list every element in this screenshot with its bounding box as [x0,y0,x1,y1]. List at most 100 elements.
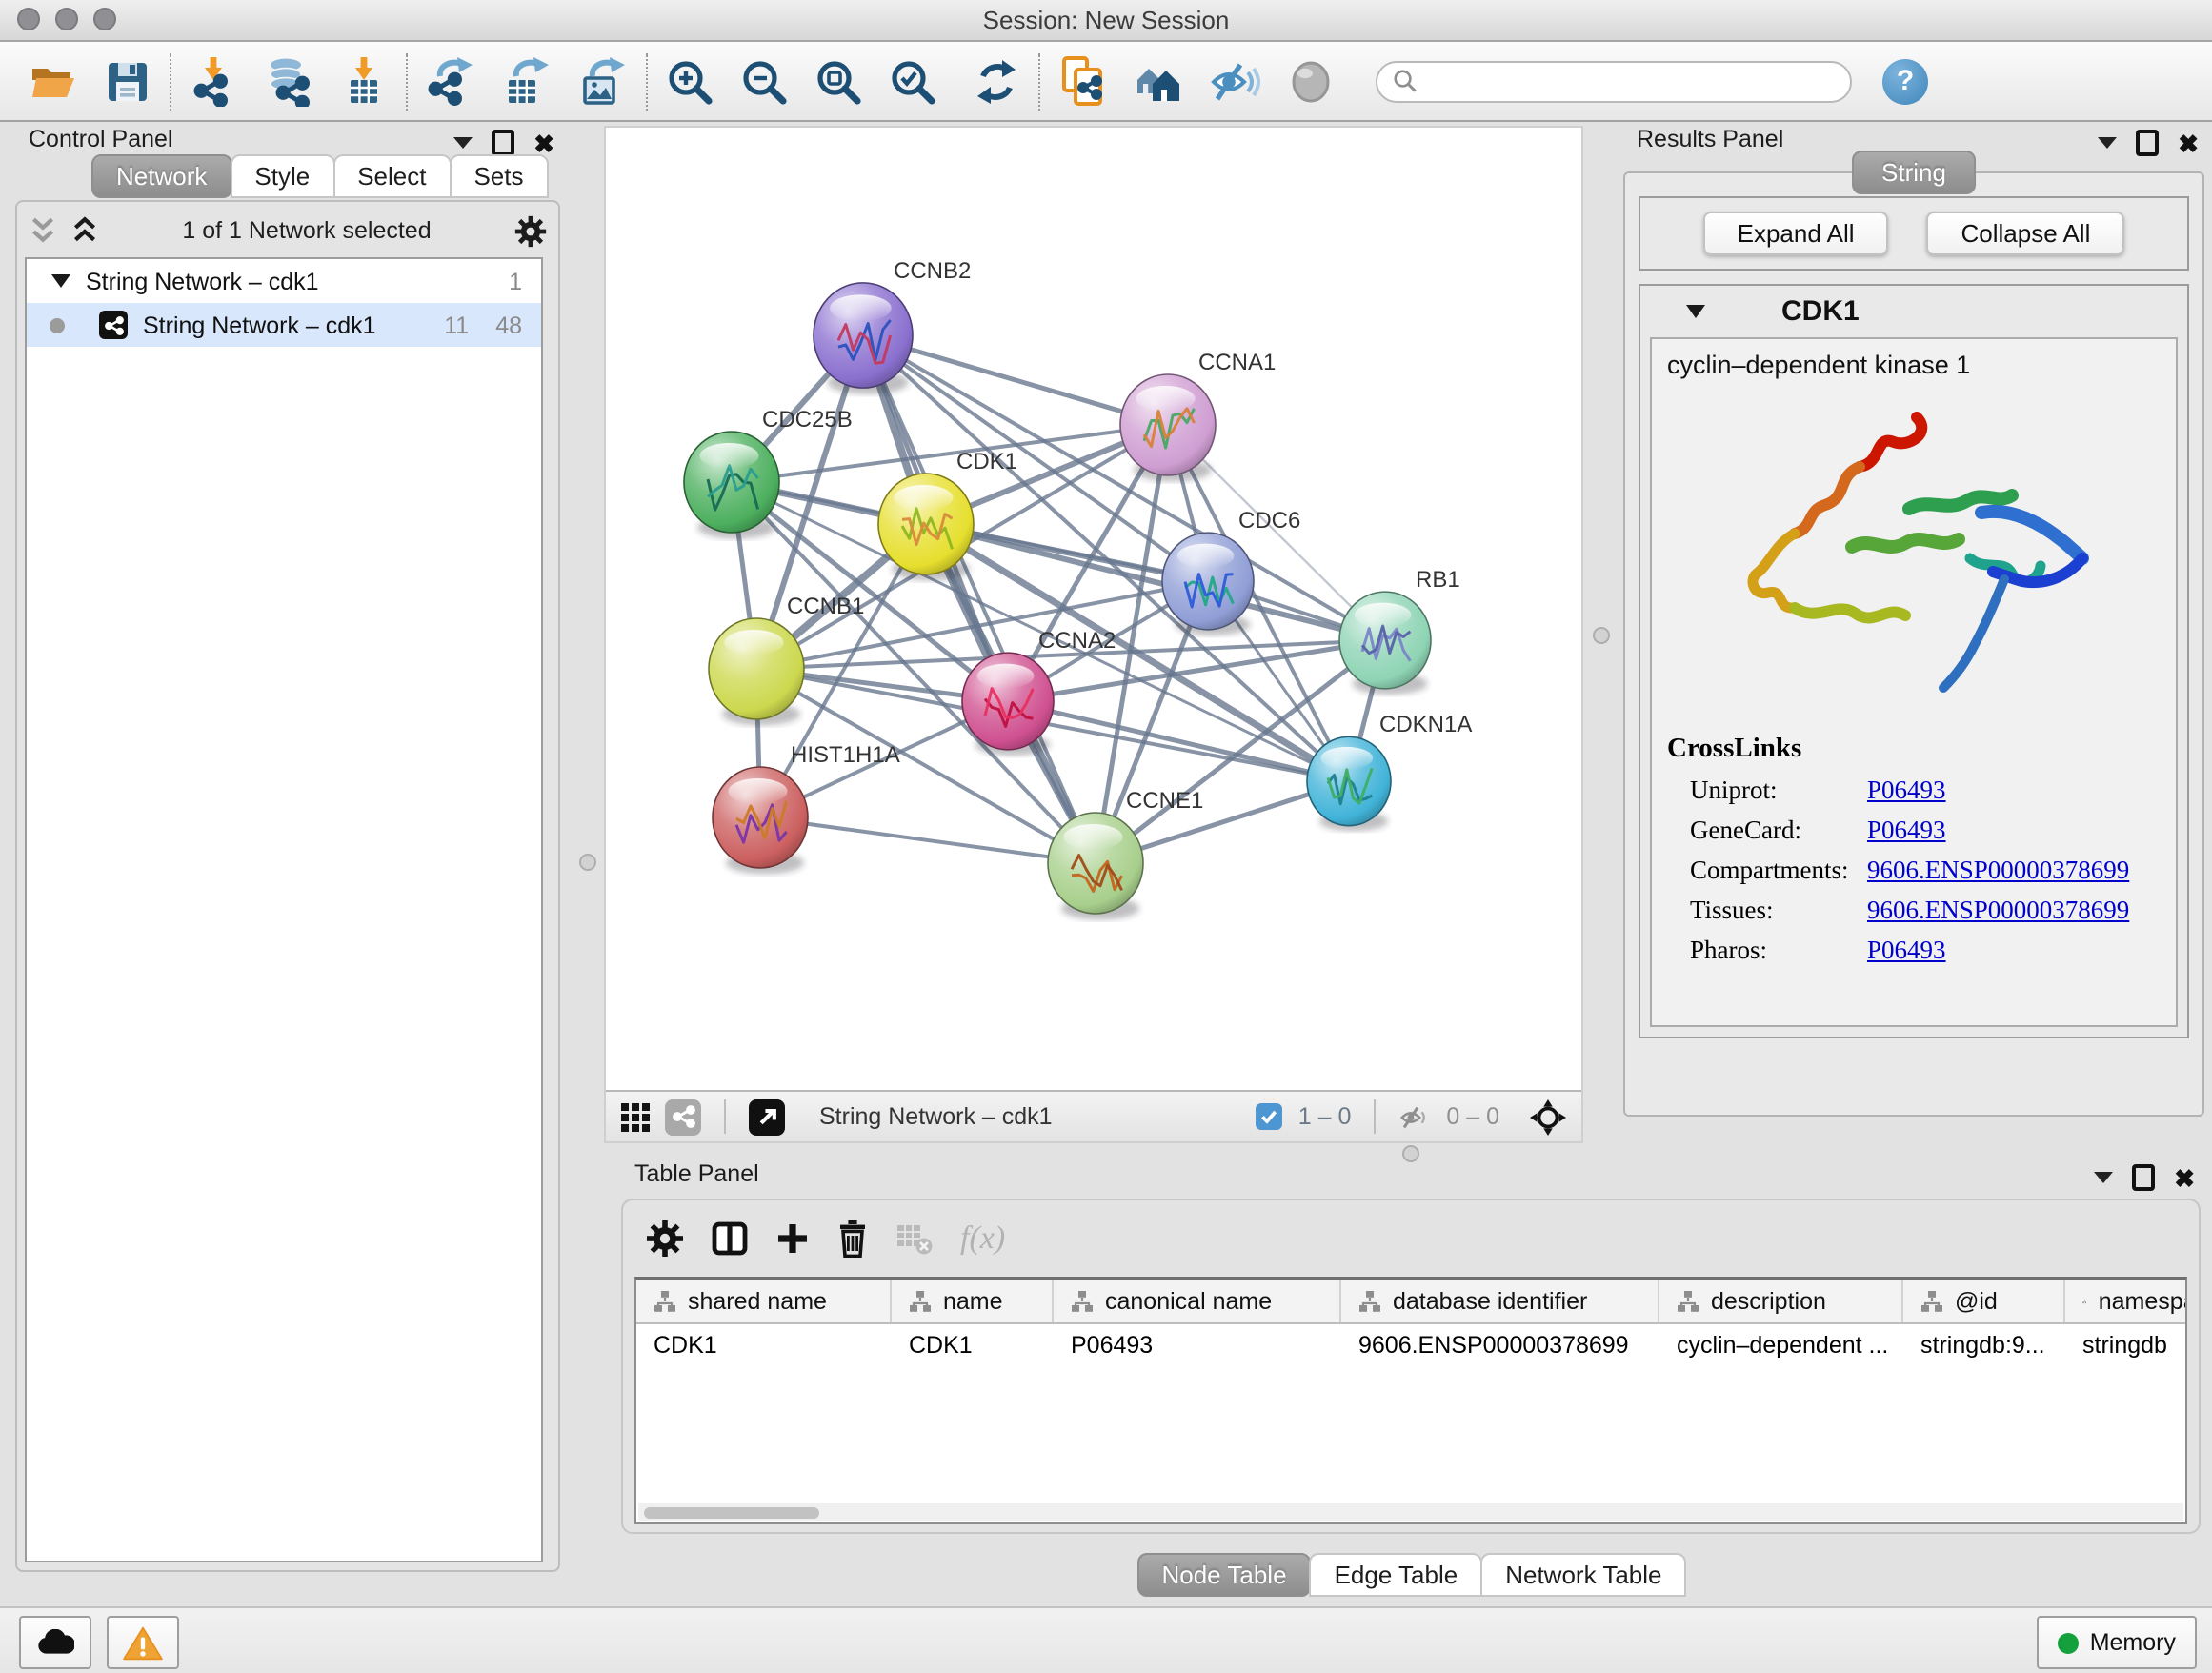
zoom-in-icon[interactable] [665,56,714,106]
refresh-icon[interactable] [972,56,1021,106]
network-options-gear-icon[interactable] [514,214,547,247]
crosslink-compartments-link[interactable]: 9606.ENSP00000378699 [1867,856,2129,886]
network-canvas[interactable]: CCNB2CCNA1CDC25BCDK1CDC6RB1CCNB1CCNA2CDK… [606,128,1581,1092]
search-input[interactable] [1427,66,1835,96]
bottom-splitter-grip[interactable] [1402,1145,1419,1162]
show-columns-icon[interactable] [711,1219,749,1258]
network-edge[interactable] [1008,701,1349,781]
results-panel-collapse-icon[interactable] [2098,137,2117,149]
table-panel-collapse-icon[interactable] [2094,1172,2113,1183]
node-result-header[interactable]: CDK1 [1640,286,2187,337]
delete-column-icon[interactable] [836,1219,869,1258]
network-node-CCNA1[interactable] [1120,374,1216,482]
tab-select[interactable]: Select [332,154,451,198]
memory-button[interactable]: Memory [2037,1616,2197,1669]
column-header-database-identifier[interactable]: database identifier [1341,1280,1659,1322]
network-thumbnail-icon[interactable] [665,1099,701,1135]
table-cell[interactable]: cyclin–dependent ... [1659,1331,1903,1358]
tab-string[interactable]: String [1851,151,1977,194]
table-horizontal-scrollbar[interactable] [638,1503,2183,1521]
cloud-button[interactable] [19,1616,91,1669]
hide-eye-icon[interactable] [1210,56,1261,106]
control-panel-collapse-icon[interactable] [453,137,473,149]
control-panel-float-icon[interactable] [492,130,514,156]
results-panel-float-icon[interactable] [2136,130,2159,156]
table-row[interactable]: CDK1CDK1P064939606.ENSP00000378699cyclin… [636,1324,2185,1364]
tab-edge-table[interactable]: Edge Table [1310,1553,1483,1597]
tab-network-table[interactable]: Network Table [1480,1553,1686,1597]
eye-icon[interactable] [1286,56,1336,106]
column-header-namespace[interactable]: namespace [2065,1280,2187,1322]
crosslink-tissues-link[interactable]: 9606.ENSP00000378699 [1867,896,2129,926]
network-node-CCNE1[interactable] [1048,813,1143,920]
table-cell[interactable]: CDK1 [892,1331,1054,1358]
warning-button[interactable] [107,1616,179,1669]
detach-view-icon[interactable] [749,1099,785,1135]
scrollbar-thumb[interactable] [644,1506,819,1518]
export-table-icon[interactable] [501,55,553,107]
results-panel-close-icon[interactable]: ✖ [2178,132,2199,153]
crosslinks-list: Uniprot:P06493GeneCard:P06493Compartment… [1667,776,2161,966]
search-box[interactable] [1376,60,1852,102]
expand-all-button[interactable]: Expand All [1703,212,1889,255]
help-icon[interactable]: ? [1882,58,1928,104]
import-database-icon[interactable] [263,55,314,107]
table-options-gear-icon[interactable] [646,1219,684,1258]
tab-sets[interactable]: Sets [449,154,548,198]
crosslink-pharos-link[interactable]: P06493 [1867,936,1946,966]
zoom-fit-icon[interactable] [814,56,863,106]
memory-label: Memory [2090,1629,2176,1656]
network-node-CDKN1A[interactable] [1307,736,1391,831]
control-panel-close-icon[interactable]: ✖ [533,132,554,153]
expand-tree-icon[interactable] [70,215,99,246]
column-header-name[interactable]: name [892,1280,1054,1322]
table-cell[interactable]: stringdb:9... [1903,1331,2065,1358]
crosshair-icon[interactable] [1530,1099,1566,1135]
network-edge[interactable] [760,817,1096,863]
table-cell[interactable]: 9606.ENSP00000378699 [1341,1331,1659,1358]
table-cell[interactable]: CDK1 [636,1331,892,1358]
import-table-icon[interactable] [339,55,389,107]
network-edge[interactable] [863,335,1096,863]
column-header-canonical-name[interactable]: canonical name [1054,1280,1341,1322]
crosslink-uniprot-link[interactable]: P06493 [1867,776,1946,806]
network-collection-row[interactable]: String Network – cdk1 1 [27,259,541,303]
save-session-icon[interactable] [103,56,152,106]
zoom-out-icon[interactable] [739,56,789,106]
protein-structure-image [1733,394,2095,722]
homes-icon[interactable] [1132,56,1185,106]
collection-expander-icon[interactable] [51,274,70,288]
collapse-tree-icon[interactable] [29,215,57,246]
network-row[interactable]: String Network – cdk1 11 48 [27,303,541,347]
tab-network[interactable]: Network [91,154,231,198]
node-table: shared namenamecanonical namedatabase id… [634,1277,2187,1524]
network-node-CDC25B[interactable] [684,432,779,539]
export-network-icon[interactable] [425,55,476,107]
collapse-all-button[interactable]: Collapse All [1927,212,2125,255]
entry-expander-icon[interactable] [1686,305,1705,318]
table-panel-float-icon[interactable] [2132,1164,2155,1191]
open-session-icon[interactable] [29,56,78,106]
table-cell[interactable]: P06493 [1054,1331,1341,1358]
left-splitter-grip[interactable] [579,854,596,871]
network-node-CCNB1[interactable] [709,618,804,726]
column-header-description[interactable]: description [1659,1280,1903,1322]
zoom-selected-icon[interactable] [888,56,937,106]
network-node-CDK1[interactable] [878,474,974,581]
column-header--id[interactable]: @id [1903,1280,2065,1322]
network-node-HIST1H1A[interactable] [713,767,808,875]
import-network-icon[interactable] [189,55,238,107]
tab-node-table[interactable]: Node Table [1136,1553,1311,1597]
create-column-icon[interactable] [775,1221,810,1256]
table-panel-close-icon[interactable]: ✖ [2174,1167,2195,1188]
network-node-RB1[interactable] [1339,592,1431,695]
column-header-shared-name[interactable]: shared name [636,1280,892,1322]
tab-style[interactable]: Style [230,154,334,198]
selected-checkbox-icon[interactable] [1257,1103,1283,1130]
right-splitter-grip[interactable] [1593,627,1610,644]
crosslink-genecard-link[interactable]: P06493 [1867,816,1946,846]
table-cell[interactable]: stringdb [2065,1331,2187,1358]
string-document-icon[interactable] [1057,55,1107,107]
export-image-icon[interactable] [577,55,629,107]
network-grid-icon[interactable] [621,1102,650,1131]
